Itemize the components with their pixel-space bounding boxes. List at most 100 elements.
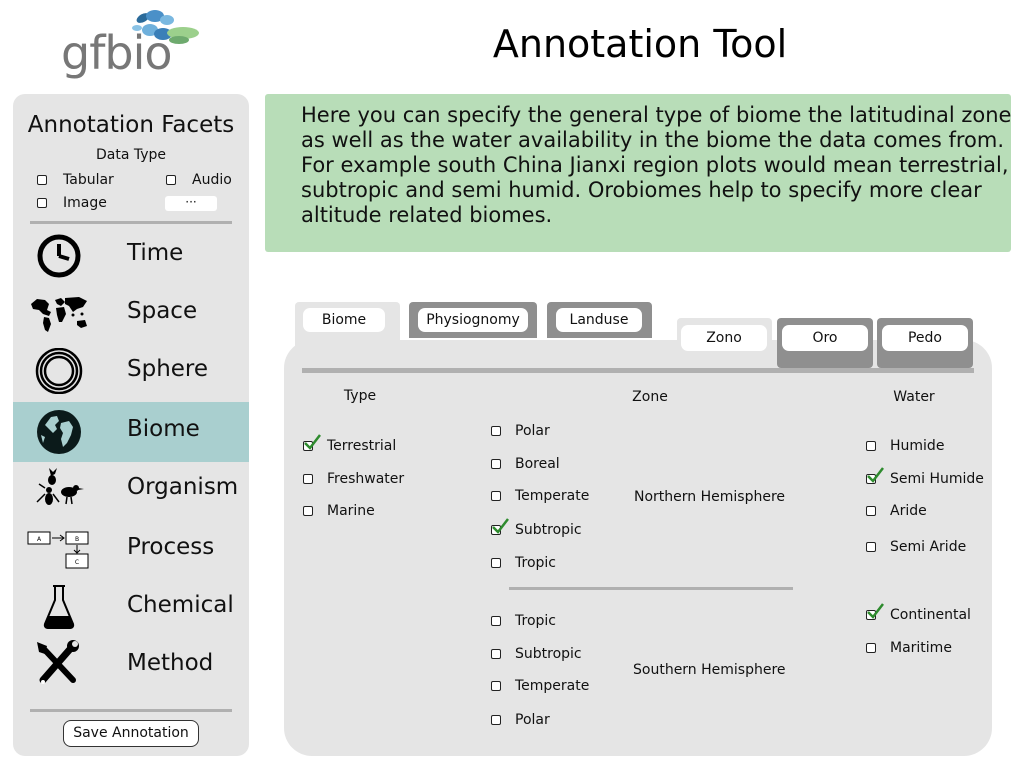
option-label: Continental xyxy=(890,607,971,623)
option-label: Polar xyxy=(515,712,550,728)
sidebar-item-space[interactable]: Space xyxy=(13,284,249,342)
process-node-b: B xyxy=(75,536,79,543)
option-label: Humide xyxy=(890,438,945,454)
data-type-option-audio[interactable]: Audio xyxy=(166,172,232,188)
checkbox[interactable] xyxy=(37,198,47,208)
world-map-icon xyxy=(31,297,87,332)
clock-icon xyxy=(37,234,81,278)
divider xyxy=(30,709,232,712)
sidebar-item-label: Organism xyxy=(127,474,239,500)
zone-south-tropic[interactable]: Tropic xyxy=(491,613,556,629)
water-semi-aride[interactable]: Semi Aride xyxy=(866,539,966,555)
zone-south-polar[interactable]: Polar xyxy=(491,712,550,728)
process-diagram-icon: A B C xyxy=(27,531,89,569)
checkbox[interactable] xyxy=(866,542,876,552)
checkmark-icon xyxy=(492,518,509,534)
sidebar-item-process[interactable]: A B C Process xyxy=(13,520,249,578)
checkbox[interactable] xyxy=(303,506,313,516)
option-label: Freshwater xyxy=(327,471,405,487)
water-humide[interactable]: Humide xyxy=(866,438,944,454)
sidebar-item-organism[interactable]: Organism xyxy=(13,460,249,518)
description-text: Here you can specify the general type of… xyxy=(301,103,1012,227)
sidebar-item-chemical[interactable]: Chemical xyxy=(13,578,249,636)
option-label: Tropic xyxy=(515,555,556,571)
subtab-oro[interactable]: Oro xyxy=(777,318,873,368)
zone-south-temperate[interactable]: Temperate xyxy=(491,678,589,694)
checkbox[interactable] xyxy=(866,506,876,516)
checkbox[interactable] xyxy=(866,643,876,653)
checkbox[interactable] xyxy=(491,681,501,691)
checkbox[interactable] xyxy=(491,616,501,626)
zone-north-tropic[interactable]: Tropic xyxy=(491,555,556,571)
subtab-zono[interactable]: Zono xyxy=(677,318,772,358)
logo-leaves xyxy=(132,10,199,44)
tab-label: Landuse xyxy=(556,308,642,332)
more-data-types-button[interactable]: ··· xyxy=(165,196,217,211)
option-label: Polar xyxy=(515,423,550,439)
checkbox[interactable] xyxy=(303,474,313,484)
sidebar-item-method[interactable]: Method xyxy=(13,636,249,694)
sidebar-item-label: Method xyxy=(127,650,214,676)
checkbox[interactable] xyxy=(166,175,176,185)
water-maritime[interactable]: Maritime xyxy=(866,640,952,656)
option-label: Subtropic xyxy=(515,646,582,662)
divider xyxy=(30,221,232,224)
sidebar-title: Annotation Facets xyxy=(27,112,235,138)
hemisphere-divider xyxy=(509,587,793,590)
option-label: Image xyxy=(63,195,107,211)
option-label: Marine xyxy=(327,503,375,519)
save-annotation-button[interactable]: Save Annotation xyxy=(63,720,199,747)
sidebar-item-sphere[interactable]: Sphere xyxy=(13,342,249,400)
option-label: Semi Humide xyxy=(890,471,984,487)
checkbox[interactable] xyxy=(491,459,501,469)
sidebar-item-time[interactable]: Time xyxy=(13,226,249,284)
zone-north-polar[interactable]: Polar xyxy=(491,423,550,439)
northern-hemisphere-label: Northern Hemisphere xyxy=(634,489,785,505)
water-semi-humide[interactable]: Semi Humide xyxy=(866,467,984,487)
checkbox[interactable] xyxy=(491,491,501,501)
option-label: Tropic xyxy=(515,613,556,629)
description-box: Here you can specify the general type of… xyxy=(265,94,1011,252)
zone-north-temperate[interactable]: Temperate xyxy=(491,488,589,504)
sidebar-item-label: Time xyxy=(127,240,184,266)
type-option-freshwater[interactable]: Freshwater xyxy=(303,471,404,487)
checkbox-checked[interactable] xyxy=(491,518,509,535)
water-column-header: Water xyxy=(893,389,935,405)
zone-column-header: Zone xyxy=(632,389,668,405)
type-column-header: Type xyxy=(343,388,377,404)
tab-divider xyxy=(302,368,974,373)
tab-label: Pedo xyxy=(882,325,968,351)
sidebar-item-label: Biome xyxy=(127,416,200,442)
subtab-pedo[interactable]: Pedo xyxy=(877,318,973,368)
type-option-terrestrial[interactable]: Terrestrial xyxy=(303,434,396,454)
checkmark-icon xyxy=(867,467,884,483)
checkmark-icon xyxy=(304,434,321,450)
checkbox[interactable] xyxy=(491,558,501,568)
globe-icon xyxy=(37,410,81,454)
type-option-marine[interactable]: Marine xyxy=(303,503,375,519)
checkbox[interactable] xyxy=(491,426,501,436)
tab-physiognomy[interactable]: Physiognomy xyxy=(409,302,537,338)
option-label: Tabular xyxy=(63,172,114,188)
checkbox-checked[interactable] xyxy=(866,603,884,620)
data-type-option-image[interactable]: Image xyxy=(37,195,107,211)
option-label: Temperate xyxy=(515,488,590,504)
tab-landuse[interactable]: Landuse xyxy=(547,302,652,338)
checkbox-checked[interactable] xyxy=(303,434,321,451)
option-label: Subtropic xyxy=(515,522,582,538)
sidebar-item-biome[interactable]: Biome xyxy=(13,402,249,462)
zone-north-boreal[interactable]: Boreal xyxy=(491,456,560,472)
data-type-option-tabular[interactable]: Tabular xyxy=(37,172,114,188)
checkbox[interactable] xyxy=(491,715,501,725)
water-aride[interactable]: Aride xyxy=(866,503,927,519)
water-continental[interactable]: Continental xyxy=(866,603,971,623)
data-type-label: Data Type xyxy=(95,147,167,163)
zone-south-subtropic[interactable]: Subtropic xyxy=(491,646,582,662)
checkbox[interactable] xyxy=(491,649,501,659)
checkbox[interactable] xyxy=(866,441,876,451)
checkbox-checked[interactable] xyxy=(866,467,884,484)
sidebar-item-label: Process xyxy=(127,534,215,560)
checkbox[interactable] xyxy=(37,175,47,185)
zone-north-subtropic[interactable]: Subtropic xyxy=(491,518,582,538)
sidebar-item-label: Sphere xyxy=(127,356,209,382)
